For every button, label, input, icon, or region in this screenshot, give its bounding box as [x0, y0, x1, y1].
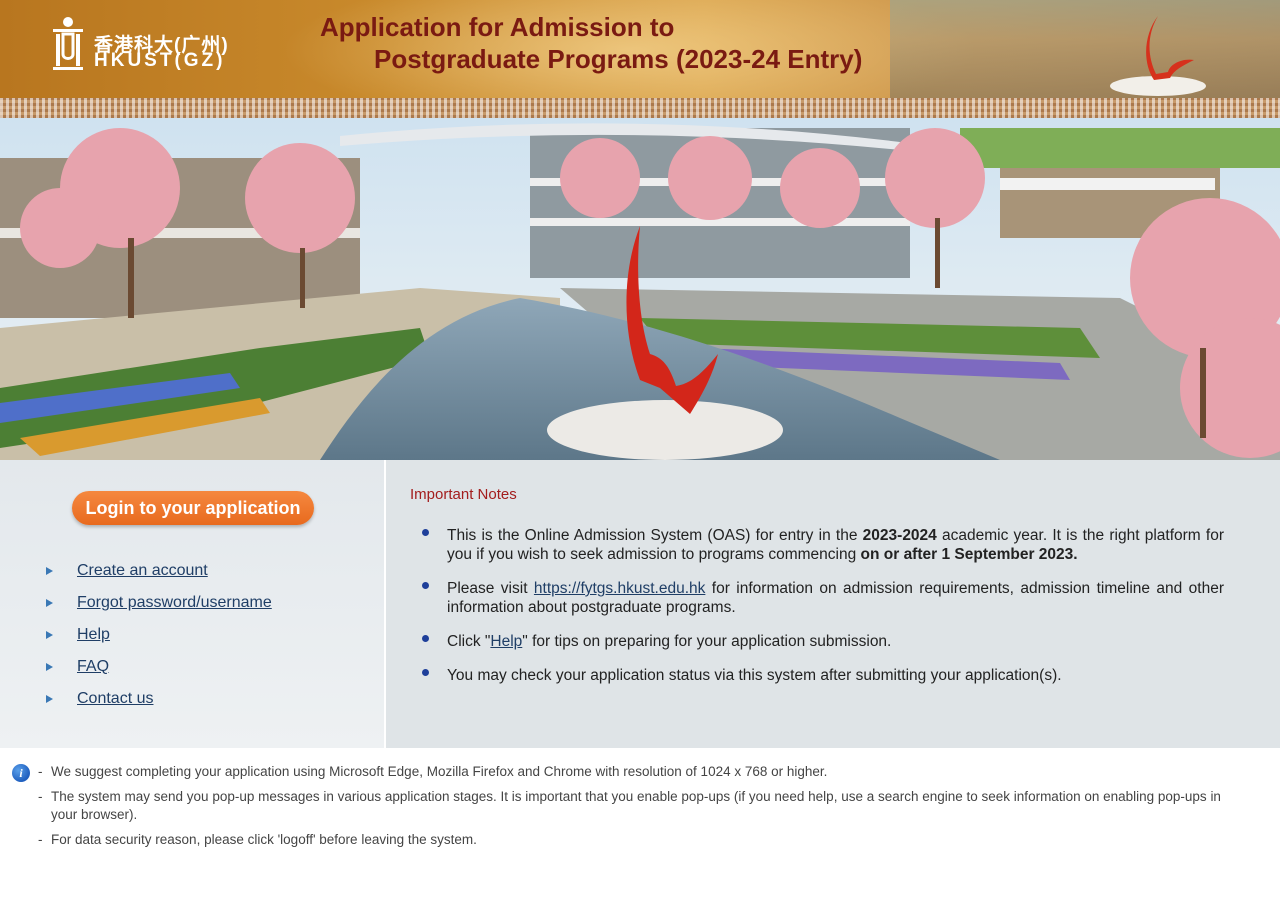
sidebar-item-create-account: Create an account	[46, 555, 272, 587]
login-button[interactable]: Login to your application	[72, 491, 314, 525]
sculpture-thumbnail-icon	[1110, 16, 1206, 96]
create-account-link[interactable]: Create an account	[77, 562, 208, 580]
bullet-icon	[422, 635, 429, 642]
sidebar-item-help: Help	[46, 619, 272, 651]
sidebar-item-forgot-password: Forgot password/username	[46, 587, 272, 619]
fytgs-website-link[interactable]: https://fytgs.hkust.edu.hk	[534, 580, 705, 597]
footer-note-popups: - The system may send you pop-up message…	[38, 789, 1221, 822]
help-link[interactable]: Help	[77, 626, 110, 644]
info-icon: i	[12, 764, 30, 782]
note-item-help: Click "Help" for tips on preparing for y…	[420, 632, 1224, 651]
sidebar-item-faq: FAQ	[46, 651, 272, 683]
triangle-right-icon	[46, 599, 53, 607]
triangle-right-icon	[46, 567, 53, 575]
footer-note-browser: - We suggest completing your application…	[38, 764, 828, 779]
triangle-right-icon	[46, 663, 53, 671]
important-notes-list: This is the Online Admission System (OAS…	[420, 526, 1224, 700]
campus-hero-image	[0, 118, 1280, 460]
forgot-password-link[interactable]: Forgot password/username	[77, 594, 272, 612]
sidebar-item-contact: Contact us	[46, 683, 272, 715]
hkust-emblem-icon	[53, 17, 83, 70]
help-inline-link[interactable]: Help	[490, 633, 522, 650]
bullet-icon	[422, 669, 429, 676]
important-notes-title: Important Notes	[410, 486, 517, 503]
note-item-status: You may check your application status vi…	[420, 666, 1224, 685]
note-item-oas: This is the Online Admission System (OAS…	[420, 526, 1224, 564]
footer-note-logoff: - For data security reason, please click…	[38, 832, 477, 847]
bullet-icon	[422, 582, 429, 589]
footer-notes-list: - We suggest completing your application…	[36, 763, 1246, 856]
page-title-line2: Postgraduate Programs (2023-24 Entry)	[374, 44, 863, 74]
bullet-icon	[422, 529, 429, 536]
sidebar-links: Create an account Forgot password/userna…	[46, 555, 272, 715]
note-item-visit: Please visit https://fytgs.hkust.edu.hk …	[420, 579, 1224, 617]
triangle-right-icon	[46, 631, 53, 639]
page-title-line1: Application for Admission to	[320, 12, 675, 42]
decorative-band	[0, 98, 1280, 118]
triangle-right-icon	[46, 695, 53, 703]
header-banner: 香港科大(广州) HKUST(GZ) Application for Admis…	[0, 0, 1280, 98]
contact-us-link[interactable]: Contact us	[77, 690, 153, 708]
logo-english-text: HKUST(GZ)	[94, 50, 226, 71]
faq-link[interactable]: FAQ	[77, 658, 109, 676]
